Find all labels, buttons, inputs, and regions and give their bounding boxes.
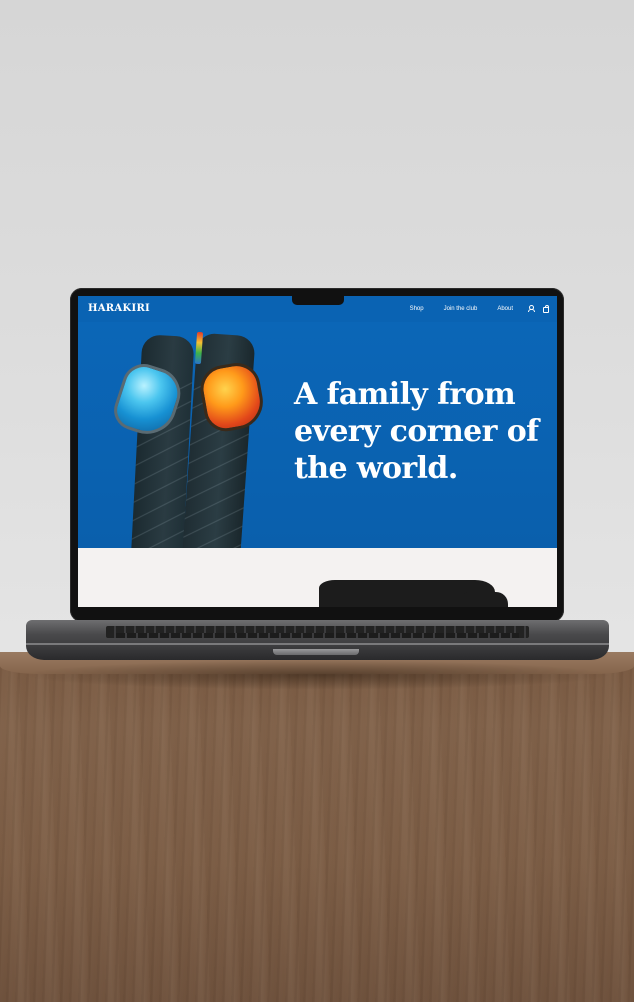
bag-icon[interactable] [542, 305, 549, 313]
front-lip [273, 649, 359, 655]
laptop-screen: HARAKIRI Shop Join the club About A fami… [78, 296, 557, 607]
hero-section: A family from every corner of the world. [78, 322, 557, 548]
nav-link-about[interactable]: About [497, 306, 513, 312]
next-section [78, 548, 557, 607]
camera-notch [292, 295, 344, 305]
nav-links: Shop Join the club About [410, 305, 549, 313]
keyboard-row [116, 633, 519, 638]
user-icon[interactable] [527, 305, 535, 312]
hero-headline: A family from every corner of the world. [294, 377, 539, 486]
product-silhouette-tail [458, 592, 508, 607]
nav-icons [527, 305, 549, 313]
brand-logo[interactable]: HARAKIRI [88, 303, 150, 314]
laptop-shadow [20, 660, 614, 690]
wooden-pedestal [0, 655, 634, 1002]
base-edge [26, 643, 609, 645]
nav-link-shop[interactable]: Shop [410, 306, 424, 312]
nav-link-join-club[interactable]: Join the club [444, 306, 478, 312]
